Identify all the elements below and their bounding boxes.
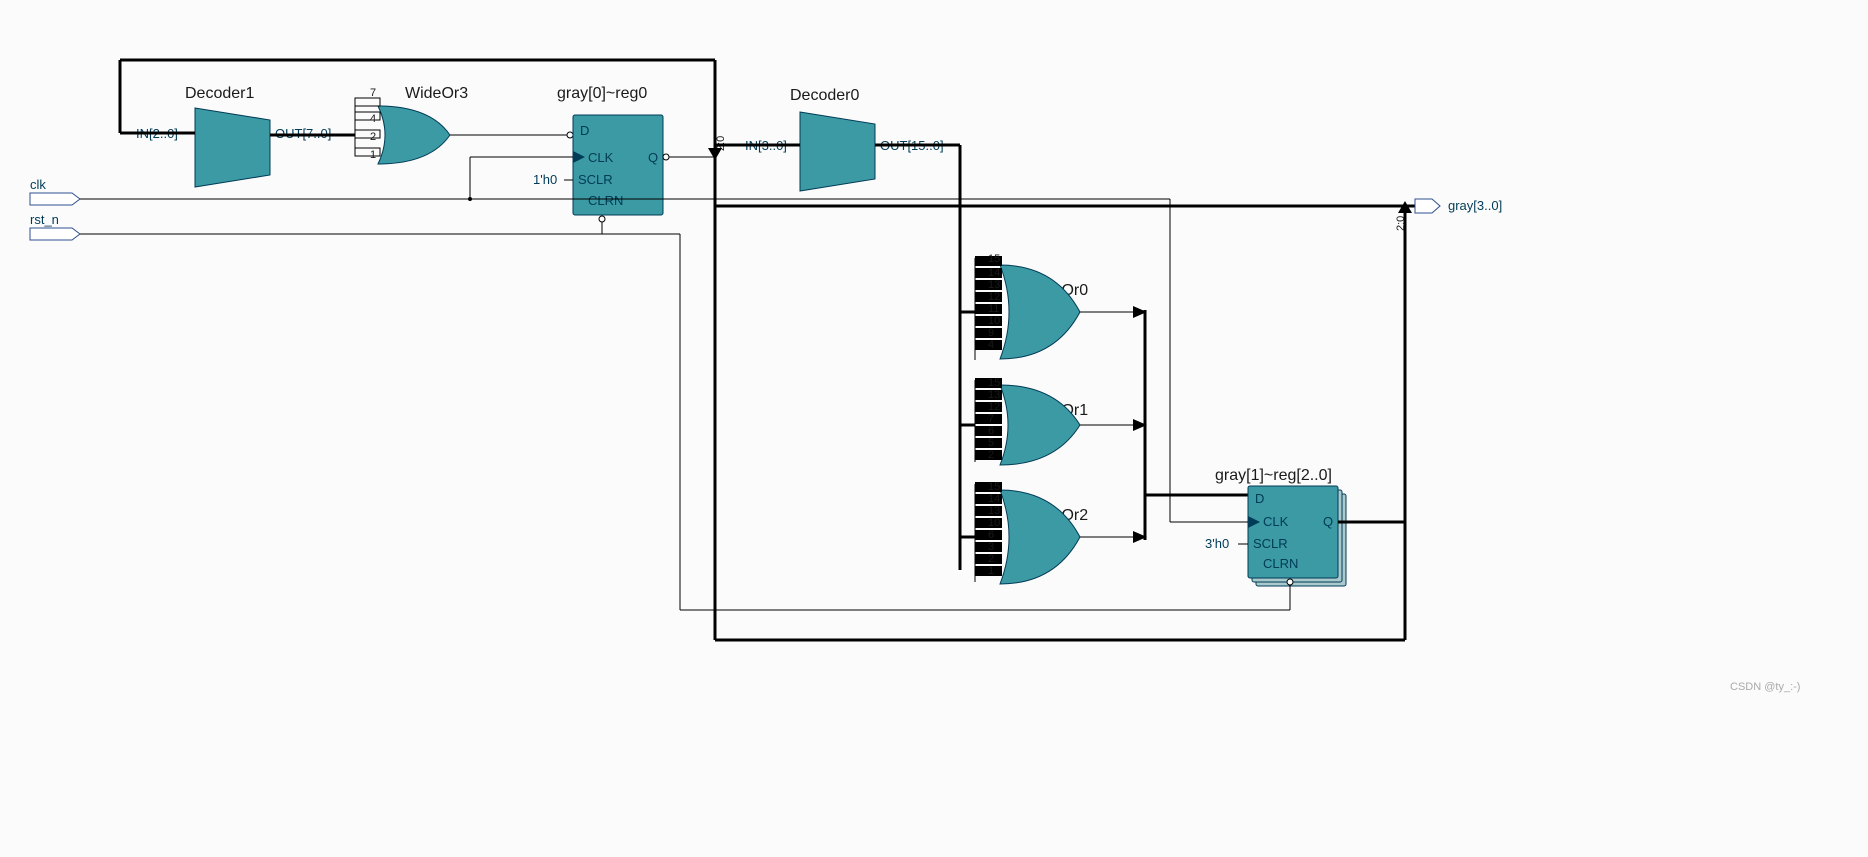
wideor0-block: WideOr0 15 14 13 12 11 10 9 4 [960,253,1147,360]
svg-text:SCLR: SCLR [1253,536,1288,551]
svg-text:CLK: CLK [588,150,614,165]
wideor3-inputs: 7 4 2 1 [355,87,380,161]
svg-text:2: 2 [988,553,994,565]
svg-text:5: 5 [988,437,994,449]
svg-text:1: 1 [988,565,994,577]
svg-text:6: 6 [988,425,994,437]
bus-ripper-top: 2:0 [708,60,727,640]
svg-text:D: D [580,123,589,138]
svg-text:2:0: 2:0 [1395,216,1407,231]
svg-text:3: 3 [988,541,994,553]
wideor3-block: WideOr3 7 4 2 1 [270,85,573,164]
svg-text:Q: Q [648,150,658,165]
svg-text:14: 14 [988,267,1000,279]
svg-text:6: 6 [988,529,994,541]
svg-text:14: 14 [988,493,1000,505]
svg-text:Q: Q [1323,514,1333,529]
watermark-text: CSDN @ty_:-) [1730,681,1800,693]
decoder0-title: Decoder0 [790,87,859,104]
svg-text:SCLR: SCLR [578,172,613,187]
reg2-sclr-const: 3'h0 [1205,536,1229,551]
reg0-title: gray[0]~reg0 [557,85,647,102]
svg-text:2: 2 [988,449,994,461]
reg2-title: gray[1]~reg[2..0] [1215,467,1332,484]
wideor1-block: WideOr1 15 13 12 7 6 5 2 [960,377,1147,465]
svg-text:7: 7 [370,87,376,99]
port-gray-out-label: gray[3..0] [1448,198,1502,213]
reg0-sclr-const: 1'h0 [533,172,557,187]
reg0-block: gray[0]~reg0 D CLK SCLR CLRN Q 1'h0 [470,85,715,215]
wideor2-block: WideOr2 15 14 13 10 6 3 2 1 [960,481,1147,584]
port-gray-out[interactable]: 2:0 gray[3..0] [715,198,1502,231]
decoder1-title: Decoder1 [185,85,254,102]
svg-text:15: 15 [988,377,1000,389]
svg-text:11: 11 [988,303,999,315]
svg-text:7: 7 [988,413,994,425]
port-clk[interactable]: clk [30,177,472,205]
reg2-block: gray[1]~reg[2..0] D CLK SCLR CLRN Q 3'h0 [1205,467,1346,586]
svg-text:12: 12 [988,401,1000,413]
svg-text:13: 13 [988,389,1000,401]
svg-text:12: 12 [988,291,1000,303]
port-rst-n[interactable]: rst_n [30,212,605,240]
port-rst-n-label: rst_n [30,212,59,227]
svg-text:CLK: CLK [1263,514,1289,529]
svg-text:10: 10 [988,517,1000,529]
svg-text:13: 13 [988,505,1000,517]
svg-text:9: 9 [988,327,994,339]
svg-text:10: 10 [988,315,1000,327]
svg-text:1: 1 [370,149,376,161]
decoder0-block: Decoder0 IN[3..0] OUT[15..0] [715,87,960,570]
svg-text:CLRN: CLRN [588,193,623,208]
wideor3-title: WideOr3 [405,85,468,102]
svg-text:13: 13 [988,279,1000,291]
svg-text:D: D [1255,491,1264,506]
svg-text:2: 2 [370,131,376,143]
svg-text:4: 4 [988,339,994,351]
svg-text:CLRN: CLRN [1263,556,1298,571]
port-clk-label: clk [30,177,46,192]
svg-text:15: 15 [988,253,1000,265]
svg-text:4: 4 [370,113,376,125]
svg-text:15: 15 [988,481,1000,493]
schematic-canvas: clk rst_n Decoder1 IN[2..0] OUT[7..0] Wi… [0,0,1868,857]
